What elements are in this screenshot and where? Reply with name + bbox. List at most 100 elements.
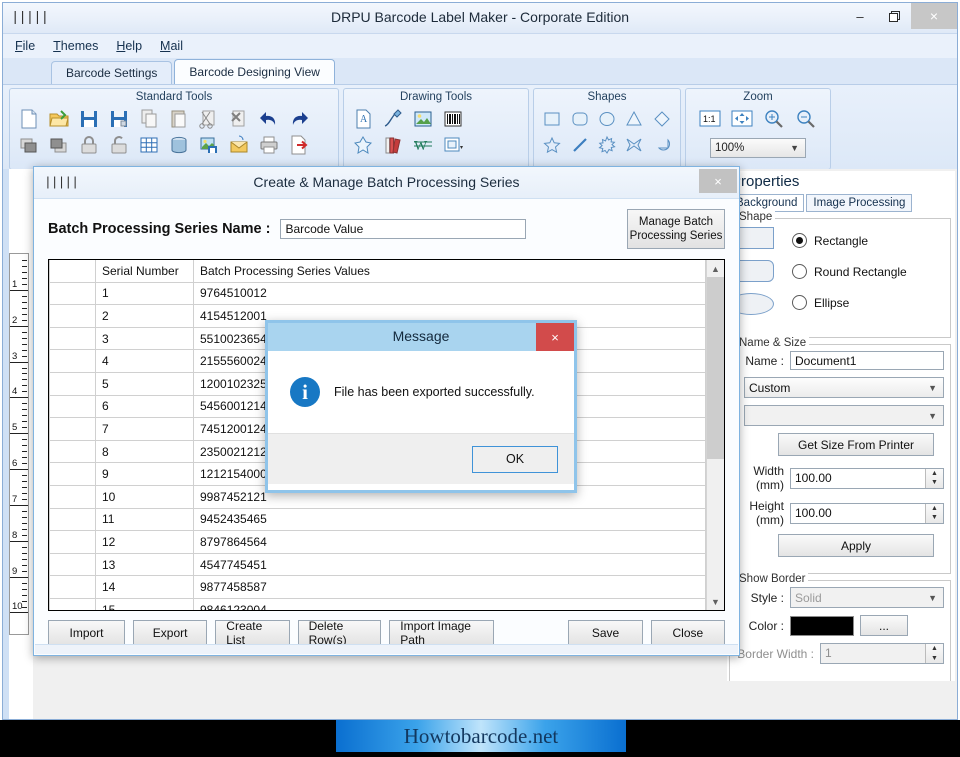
four-point-star-icon[interactable]	[622, 132, 646, 158]
row-selector-cell[interactable]	[49, 597, 96, 610]
apply-button[interactable]: Apply	[778, 534, 934, 557]
spin-down-icon[interactable]: ▼	[926, 513, 943, 523]
undo-icon[interactable]	[256, 106, 282, 132]
radio-rectangle-icon[interactable]	[792, 233, 807, 248]
row-selector-cell[interactable]	[49, 439, 96, 464]
paper-size-select[interactable]: ▼	[744, 405, 944, 426]
watermark-icon[interactable]: W	[410, 132, 436, 158]
close-icon[interactable]: ×	[911, 3, 957, 29]
serial-number-cell[interactable]: 11	[95, 507, 194, 532]
scroll-up-icon[interactable]: ▲	[707, 260, 724, 277]
border-color-browse-button[interactable]: ...	[860, 615, 908, 636]
export-image-icon[interactable]	[196, 132, 222, 158]
text-icon[interactable]: A	[350, 106, 376, 132]
serial-number-cell[interactable]: 8	[95, 439, 194, 464]
save-icon[interactable]	[76, 106, 102, 132]
height-stepper[interactable]: 100.00 ▲ ▼	[790, 502, 944, 524]
serial-number-cell[interactable]: 10	[95, 484, 194, 509]
shape-option-round-rectangle[interactable]: Round Rectangle	[792, 256, 944, 287]
tab-image-processing[interactable]: Image Processing	[806, 194, 913, 212]
serial-number-cell[interactable]: 12	[95, 530, 194, 554]
spin-up-icon[interactable]: ▲	[926, 504, 943, 514]
minimize-icon[interactable]: –	[843, 3, 877, 29]
row-selector-cell[interactable]	[49, 326, 96, 351]
zoom-in-icon[interactable]	[761, 106, 787, 132]
ellipse-icon[interactable]	[595, 106, 619, 132]
shape-icon[interactable]	[350, 132, 376, 158]
row-selector-cell[interactable]	[49, 304, 96, 328]
scrollbar-thumb[interactable]	[707, 277, 724, 459]
unlock-icon[interactable]	[106, 132, 132, 158]
close-button[interactable]: Close	[650, 620, 725, 646]
rectangle-icon[interactable]	[540, 106, 564, 132]
spin-down-icon[interactable]: ▼	[926, 654, 943, 664]
document-name-input[interactable]: Document1	[790, 351, 944, 370]
get-size-from-printer-button[interactable]: Get Size From Printer	[778, 433, 934, 456]
radio-round-rectangle-icon[interactable]	[792, 264, 807, 279]
serial-number-cell[interactable]: 15	[95, 597, 194, 610]
print-icon[interactable]	[256, 132, 282, 158]
series-value-cell[interactable]: 9764510012	[193, 281, 706, 306]
save-button[interactable]: Save	[568, 620, 643, 646]
tab-barcode-settings[interactable]: Barcode Settings	[51, 61, 173, 84]
serial-number-cell[interactable]: 13	[95, 552, 194, 577]
burst-icon[interactable]	[595, 132, 619, 158]
serial-number-cell[interactable]: 9	[95, 462, 194, 486]
row-selector-cell[interactable]	[49, 552, 96, 577]
table-row[interactable]: 13 4547745451	[49, 552, 706, 577]
row-selector-cell[interactable]	[49, 394, 96, 419]
grid-vertical-scrollbar[interactable]: ▲ ▼	[706, 260, 724, 610]
series-value-cell[interactable]: 8797864564	[193, 530, 706, 554]
barcode-icon[interactable]	[440, 106, 466, 132]
export-button[interactable]: Export	[132, 620, 208, 646]
delete-rows-button[interactable]: Delete Row(s)	[297, 619, 382, 647]
menu-item-mail[interactable]: Mail	[160, 39, 183, 53]
series-value-cell[interactable]: 9846123004	[193, 597, 706, 610]
line-icon[interactable]	[567, 132, 591, 158]
paste-icon[interactable]	[166, 106, 192, 132]
delete-icon[interactable]	[226, 106, 252, 132]
spin-up-icon[interactable]: ▲	[926, 469, 943, 479]
spin-up-icon[interactable]: ▲	[926, 644, 943, 654]
grid-icon[interactable]	[136, 132, 162, 158]
cut-icon[interactable]	[196, 106, 222, 132]
row-selector-cell[interactable]	[49, 484, 96, 509]
star-icon[interactable]	[540, 132, 564, 158]
zoom-level-select[interactable]: 100% ▼	[710, 138, 806, 158]
row-selector-cell[interactable]	[49, 281, 96, 306]
diamond-icon[interactable]	[650, 106, 674, 132]
serial-number-cell[interactable]: 2	[95, 304, 194, 328]
email-icon[interactable]	[226, 132, 252, 158]
table-row[interactable]: 14 9877458587	[49, 575, 706, 599]
pie-icon[interactable]	[650, 132, 674, 158]
triangle-icon[interactable]	[622, 106, 646, 132]
series-value-cell[interactable]: 9452435465	[193, 507, 706, 532]
import-button[interactable]: Import	[48, 620, 125, 646]
actual-size-icon[interactable]: 1:1	[697, 106, 723, 132]
series-value-cell[interactable]: 4547745451	[193, 552, 706, 577]
shape-option-rectangle[interactable]: Rectangle	[792, 225, 944, 256]
library-icon[interactable]	[380, 132, 406, 158]
new-document-icon[interactable]	[16, 106, 42, 132]
table-row[interactable]: 12 8797864564	[49, 530, 706, 554]
scroll-down-icon[interactable]: ▼	[707, 593, 724, 610]
border-width-stepper-arrows[interactable]: ▲ ▼	[925, 644, 943, 663]
fit-page-icon[interactable]	[729, 106, 755, 132]
menu-item-file[interactable]: File	[15, 39, 35, 53]
row-selector-cell[interactable]	[49, 371, 96, 396]
serial-number-cell[interactable]: 7	[95, 417, 194, 441]
import-image-path-button[interactable]: Import Image Path	[389, 619, 495, 647]
open-folder-icon[interactable]	[46, 106, 72, 132]
frame-icon[interactable]	[440, 132, 466, 158]
save-as-icon[interactable]	[106, 106, 132, 132]
maximize-icon[interactable]	[877, 3, 911, 29]
radio-ellipse-icon[interactable]	[792, 295, 807, 310]
table-row[interactable]: 1 9764510012	[49, 281, 706, 306]
row-selector-cell[interactable]	[49, 349, 96, 373]
spin-down-icon[interactable]: ▼	[926, 478, 943, 488]
dialog-close-icon[interactable]: ×	[699, 169, 737, 193]
row-selector-cell[interactable]	[49, 530, 96, 554]
serial-number-cell[interactable]: 14	[95, 575, 194, 599]
tab-barcode-designing-view[interactable]: Barcode Designing View	[174, 59, 335, 84]
menu-item-themes[interactable]: Themes	[53, 39, 98, 53]
